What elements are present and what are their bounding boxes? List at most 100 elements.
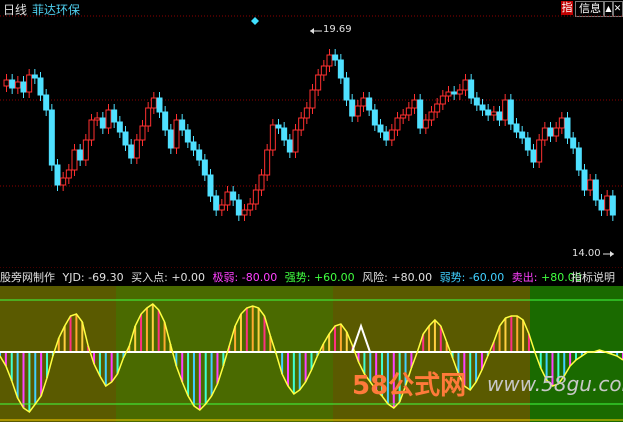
- candle-body: [451, 91, 458, 95]
- candle-body: [592, 179, 599, 201]
- candle-body: [269, 124, 276, 151]
- candle-body: [252, 189, 259, 205]
- candle-body: [428, 111, 435, 121]
- candle-body: [388, 129, 395, 141]
- candle-body: [116, 121, 123, 133]
- indicator-value: -69.30: [88, 271, 124, 284]
- candle-body: [575, 147, 582, 171]
- candle-body: [196, 149, 203, 161]
- watermark-url: www.58gu.com: [487, 372, 623, 396]
- candle-body: [439, 95, 446, 105]
- extreme-weak-value: -80.00: [241, 271, 278, 284]
- candle-body: [303, 107, 310, 119]
- candle-body: [207, 174, 214, 197]
- indicator-source: 股旁网制作: [0, 271, 55, 284]
- candle-body: [71, 149, 78, 171]
- candle-body: [105, 109, 112, 129]
- candle-body: [218, 204, 225, 211]
- candle-body: [258, 174, 265, 191]
- candle-body: [82, 139, 89, 161]
- candle-body: [530, 149, 537, 163]
- indicator-help-button[interactable]: 指标说明: [571, 270, 615, 285]
- candle-body: [65, 169, 72, 179]
- candle-body: [485, 109, 492, 116]
- candle-body: [473, 97, 480, 106]
- candle-body: [230, 191, 237, 201]
- candle-body: [139, 125, 146, 141]
- candle-body: [315, 74, 322, 91]
- candle-body: [275, 124, 282, 129]
- candle-body: [167, 129, 174, 149]
- candle-body: [371, 109, 378, 126]
- candle-body: [349, 99, 356, 117]
- candle-body: [320, 65, 327, 76]
- low-arrow-head: [610, 251, 614, 257]
- candle-body: [524, 137, 531, 151]
- candle-body: [513, 123, 520, 133]
- candle-body: [213, 195, 220, 211]
- weak-label: 弱势:: [439, 271, 466, 284]
- candle-body: [343, 77, 350, 101]
- candle-body: [60, 177, 67, 186]
- candle-body: [609, 195, 616, 216]
- candle-body: [598, 199, 605, 211]
- extreme-weak-label: 极弱:: [212, 271, 239, 284]
- buy-value: +0.00: [171, 271, 206, 284]
- candle-body: [88, 119, 95, 141]
- candle-body: [201, 159, 208, 176]
- candle-body: [553, 127, 560, 137]
- candle-body: [422, 119, 429, 129]
- diamond-marker: [251, 17, 259, 25]
- candle-body: [9, 79, 16, 89]
- candle-body: [281, 127, 288, 141]
- watermark-logo-text: 58公式网: [352, 371, 467, 401]
- candle-body: [411, 99, 418, 109]
- candle-body: [490, 111, 497, 116]
- low-price-label: 14.00: [572, 248, 601, 259]
- candle-body: [309, 89, 316, 109]
- candle-body: [536, 139, 543, 163]
- candle-body: [111, 109, 118, 123]
- candle-body: [54, 164, 61, 186]
- candle-body: [604, 195, 611, 211]
- candle-body: [179, 119, 186, 131]
- weak-value: -60.00: [468, 271, 505, 284]
- candle-body: [468, 79, 475, 99]
- high-arrow-head: [310, 28, 314, 34]
- risk-value: +80.00: [391, 271, 433, 284]
- candle-body: [434, 103, 441, 113]
- candle-body: [326, 54, 333, 67]
- indicator-chart[interactable]: [0, 286, 623, 422]
- candle-body: [366, 97, 373, 111]
- candle-body: [162, 111, 169, 131]
- candle-body: [3, 79, 10, 87]
- candle-body: [48, 109, 55, 166]
- candle-body: [462, 79, 469, 91]
- price-chart[interactable]: [0, 0, 623, 268]
- candle-body: [292, 129, 299, 153]
- candle-body: [128, 144, 135, 159]
- candle-body: [26, 74, 33, 93]
- candle-body: [502, 99, 509, 121]
- candle-body: [156, 97, 163, 113]
- candle-body: [570, 137, 577, 149]
- candle-body: [564, 117, 571, 139]
- candle-body: [479, 104, 486, 111]
- stock-chart-window: 日线 菲达环保 指 信息 ▲ ✕ 19.69 14.00 股旁网制作 YJD: …: [0, 0, 623, 422]
- candle-body: [184, 129, 191, 143]
- candle-body: [400, 114, 407, 119]
- candle-body: [190, 141, 197, 151]
- candle-body: [264, 149, 271, 176]
- candle-body: [587, 179, 594, 191]
- candle-body: [94, 117, 101, 121]
- candle-body: [286, 139, 293, 153]
- candle-body: [507, 99, 514, 125]
- candle-body: [405, 107, 412, 116]
- candle-body: [43, 94, 50, 111]
- candle-body: [541, 127, 548, 141]
- candle-body: [417, 99, 424, 129]
- candle-body: [383, 131, 390, 141]
- candle-body: [332, 54, 339, 61]
- candle-body: [394, 117, 401, 131]
- candle-body: [496, 111, 503, 121]
